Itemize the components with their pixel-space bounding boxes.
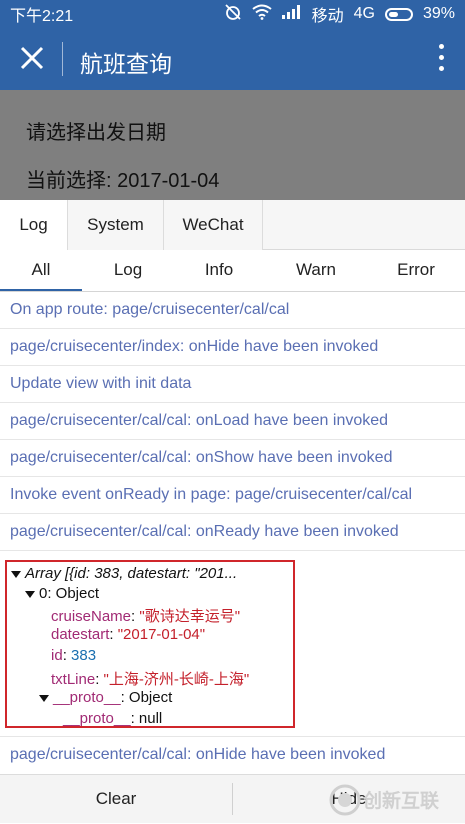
filter-all[interactable]: All	[0, 250, 82, 291]
page-title: 航班查询	[80, 51, 172, 77]
array-header[interactable]: Array [{id: 383, datestart: "201...	[11, 565, 237, 582]
status-icons: 移动 4G 39%	[224, 2, 455, 26]
carrier-label: 移动	[311, 8, 344, 25]
battery-icon	[384, 7, 413, 21]
tab-wechat[interactable]: WeChat	[164, 200, 263, 250]
filter-log[interactable]: Log	[86, 250, 170, 291]
object-inspector: Array [{id: 383, datestart: "201... 0: O…	[5, 560, 295, 728]
clear-button[interactable]: Clear	[0, 775, 232, 823]
network-type: 4G	[353, 5, 375, 22]
field-txtline: txtLine: "上海-济州-长崎-上海"	[51, 671, 250, 688]
log-line: Update view with init data	[0, 366, 465, 403]
field-datestart: datestart: "2017-01-04"	[51, 626, 206, 643]
more-menu-icon[interactable]	[437, 44, 445, 74]
status-bar: 下午2:21 移动 4G 39%	[0, 0, 465, 28]
log-line: Invoke event onReady in page: page/cruis…	[0, 477, 465, 514]
log-line: page/cruisecenter/index: onHide have bee…	[0, 329, 465, 366]
alarm-off-icon	[224, 3, 242, 26]
filter-error[interactable]: Error	[370, 250, 462, 291]
tab-log[interactable]: Log	[0, 200, 68, 250]
status-time: 下午2:21	[10, 8, 74, 25]
proto-entry[interactable]: __proto__: Object	[39, 689, 172, 706]
date-prompt: 请选择出发日期	[26, 122, 166, 144]
current-selection: 当前选择: 2017-01-04	[26, 170, 220, 192]
app-bar-divider	[62, 42, 63, 76]
battery-level: 39%	[422, 5, 455, 22]
console-footer: Clear Hide 创新互联	[0, 774, 465, 823]
expand-arrow-icon[interactable]	[11, 571, 21, 578]
close-icon[interactable]	[18, 44, 46, 72]
log-line: page/cruisecenter/cal/cal: onLoad have b…	[0, 403, 465, 440]
object-item[interactable]: 0: Object	[25, 585, 99, 602]
filter-warn[interactable]: Warn	[272, 250, 360, 291]
page-content: 请选择出发日期 当前选择: 2017-01-04	[0, 90, 465, 200]
watermark-logo: 创新互联	[329, 781, 459, 819]
log-line: page/cruisecenter/cal/cal: onReady have …	[0, 514, 465, 551]
field-id: id: 383	[51, 647, 97, 664]
console-tabs: Log System WeChat	[0, 200, 465, 250]
filter-tabs: All Log Info Warn Error	[0, 250, 465, 292]
proto-inner-entry: __proto__: null	[63, 710, 163, 727]
log-line: page/cruisecenter/cal/cal: onHide have b…	[0, 736, 465, 772]
signal-icon	[281, 4, 302, 24]
field-cruise-name: cruiseName: "歌诗达幸运号"	[51, 608, 241, 625]
log-line: On app route: page/cruisecenter/cal/cal	[0, 292, 465, 329]
expand-arrow-icon[interactable]	[39, 695, 49, 702]
tab-system[interactable]: System	[68, 200, 164, 250]
app-bar: 航班查询	[0, 28, 465, 90]
expand-arrow-icon[interactable]	[25, 591, 35, 598]
wifi-icon	[251, 4, 272, 25]
filter-info[interactable]: Info	[176, 250, 262, 291]
log-list: On app route: page/cruisecenter/cal/cal …	[0, 292, 465, 551]
log-line: page/cruisecenter/cal/cal: onShow have b…	[0, 440, 465, 477]
watermark-text: 创新互联	[362, 789, 439, 812]
